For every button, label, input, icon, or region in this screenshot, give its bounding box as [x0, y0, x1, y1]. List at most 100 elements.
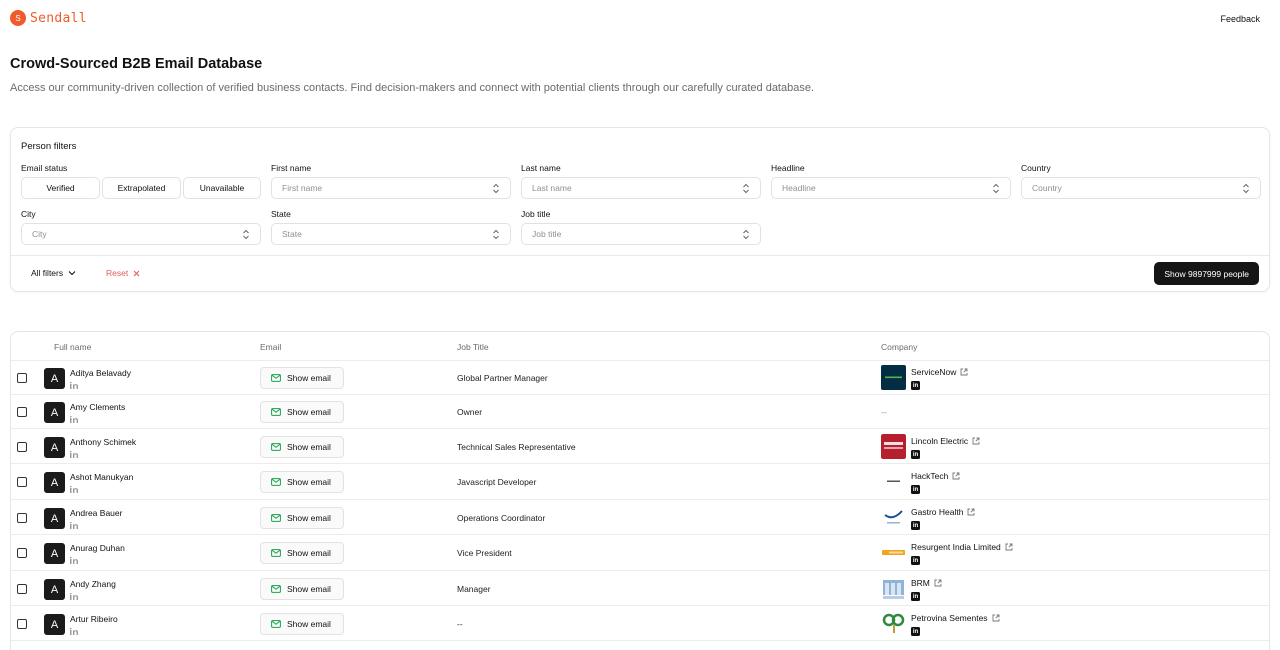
person-name[interactable]: Anurag Duhan — [70, 543, 125, 553]
first-name-select[interactable]: First name — [271, 177, 511, 199]
show-email-button[interactable]: Show email — [260, 471, 344, 493]
linkedin-icon[interactable] — [70, 521, 79, 529]
table-row[interactable]: A Andy Zhang Show email Manager BRM in — [11, 571, 1269, 606]
company-name-link[interactable]: Resurgent India Limited — [911, 542, 1013, 552]
avatar: A — [44, 368, 65, 389]
email-status-verified[interactable]: Verified — [21, 177, 100, 199]
state-select[interactable]: State — [271, 223, 511, 245]
feedback-link[interactable]: Feedback — [1220, 14, 1260, 24]
job-title-cell: -- — [457, 619, 463, 629]
all-filters-button[interactable]: All filters — [31, 268, 76, 278]
show-email-button[interactable]: Show email — [260, 613, 344, 635]
row-select-checkbox[interactable] — [17, 373, 27, 383]
person-name[interactable]: Andy Zhang — [70, 579, 116, 589]
job-title-cell: Operations Coordinator — [457, 513, 546, 523]
show-email-button[interactable]: Show email — [260, 436, 344, 458]
chevron-down-icon — [68, 271, 76, 276]
person-name[interactable]: Ashot Manukyan — [70, 472, 133, 482]
city-label: City — [21, 209, 36, 219]
company-name: Lincoln Electric — [911, 436, 969, 446]
column-header-company[interactable]: Company — [881, 342, 917, 352]
headline-placeholder: Headline — [782, 183, 816, 193]
company-name-link[interactable]: Lincoln Electric — [911, 436, 980, 446]
column-header-job-title[interactable]: Job Title — [457, 342, 489, 352]
person-name[interactable]: Andrea Bauer — [70, 508, 122, 518]
linkedin-icon[interactable] — [70, 485, 79, 493]
row-select-checkbox[interactable] — [17, 407, 27, 417]
company-logo — [881, 469, 906, 494]
company-name-link[interactable]: BRM — [911, 578, 942, 588]
chevrons-up-down-icon — [743, 183, 749, 194]
email-status-unavailable[interactable]: Unavailable — [183, 177, 261, 199]
email-status-extrapolated[interactable]: Extrapolated — [102, 177, 181, 199]
reset-button[interactable]: Reset — [106, 268, 140, 278]
table-row[interactable]: A Amy Clements Show email Owner -- — [11, 395, 1269, 429]
company-linkedin-icon[interactable]: in — [911, 450, 920, 459]
row-select-checkbox[interactable] — [17, 548, 27, 558]
row-select-checkbox[interactable] — [17, 442, 27, 452]
avatar: A — [44, 543, 65, 564]
city-select[interactable]: City — [21, 223, 261, 245]
company-linkedin-icon[interactable]: in — [911, 627, 920, 636]
show-email-label: Show email — [287, 407, 331, 417]
avatar: A — [44, 508, 65, 529]
table-row[interactable]: A Anthony Schimek Show email Technical Sale… — [11, 429, 1269, 464]
country-select[interactable]: Country — [1021, 177, 1261, 199]
person-name[interactable]: Artur Ribeiro — [70, 614, 118, 624]
company-linkedin-icon[interactable]: in — [911, 485, 920, 494]
job-title-cell: Manager — [457, 584, 491, 594]
mail-icon — [271, 585, 281, 593]
close-icon — [133, 270, 140, 276]
linkedin-icon[interactable] — [70, 415, 79, 423]
company-name-link[interactable]: Petrovina Sementes — [911, 613, 1000, 623]
chevrons-up-down-icon — [1243, 183, 1249, 194]
linkedin-icon[interactable] — [70, 592, 79, 600]
show-email-button[interactable]: Show email — [260, 401, 344, 423]
company-linkedin-icon[interactable]: in — [911, 381, 920, 390]
headline-select[interactable]: Headline — [771, 177, 1011, 199]
linkedin-icon[interactable] — [70, 450, 79, 458]
row-select-checkbox[interactable] — [17, 584, 27, 594]
person-name[interactable]: Amy Clements — [70, 402, 125, 412]
mail-icon — [271, 443, 281, 451]
company-linkedin-icon[interactable]: in — [911, 592, 920, 601]
row-select-checkbox[interactable] — [17, 513, 27, 523]
filters-title: Person filters — [21, 141, 77, 152]
show-email-button[interactable]: Show email — [260, 542, 344, 564]
company-name: Petrovina Sementes — [911, 613, 988, 623]
table-row[interactable]: A Aditya Belavady Show email Global Partner… — [11, 361, 1269, 395]
table-row[interactable]: A Artur Ribeiro Show email -- Petrovina Seme… — [11, 606, 1269, 641]
linkedin-icon[interactable] — [70, 627, 79, 635]
column-header-email[interactable]: Email — [260, 342, 281, 352]
company-empty: -- — [881, 407, 887, 417]
company-name-link[interactable]: ServiceNow — [911, 367, 968, 377]
job-title-select[interactable]: Job title — [521, 223, 761, 245]
table-row[interactable]: A Ashot Manukyan Show email Javascript Deve… — [11, 464, 1269, 500]
show-email-button[interactable]: Show email — [260, 578, 344, 600]
table-row[interactable]: A Anurag Duhan Show email Vice President Res… — [11, 535, 1269, 571]
mail-icon — [271, 408, 281, 416]
person-name[interactable]: Aditya Belavady — [70, 368, 131, 378]
row-select-checkbox[interactable] — [17, 619, 27, 629]
company-name: Gastro Health — [911, 507, 964, 517]
linkedin-icon[interactable] — [70, 381, 79, 389]
person-name[interactable]: Anthony Schimek — [70, 437, 136, 447]
company-name-link[interactable]: HackTech — [911, 471, 960, 481]
logo[interactable]: S Sendall — [10, 10, 87, 26]
job-title-cell: Vice President — [457, 548, 512, 558]
show-email-button[interactable]: Show email — [260, 507, 344, 529]
row-select-checkbox[interactable] — [17, 477, 27, 487]
external-link-icon — [952, 472, 960, 480]
table-row[interactable]: A Andrea Bauer Show email Operations Coordi… — [11, 500, 1269, 535]
last-name-select[interactable]: Last name — [521, 177, 761, 199]
person-filters-card: Person filters Email status Verified Ext… — [10, 127, 1270, 292]
show-email-button[interactable]: Show email — [260, 367, 344, 389]
external-link-icon — [968, 508, 975, 516]
column-header-full-name[interactable]: Full name — [54, 342, 91, 352]
linkedin-icon[interactable] — [70, 556, 79, 564]
company-name-link[interactable]: Gastro Health — [911, 507, 975, 517]
chevrons-up-down-icon — [993, 183, 999, 194]
show-people-button[interactable]: Show 9897999 people — [1154, 262, 1259, 285]
company-linkedin-icon[interactable]: in — [911, 521, 920, 530]
company-linkedin-icon[interactable]: in — [911, 556, 920, 565]
